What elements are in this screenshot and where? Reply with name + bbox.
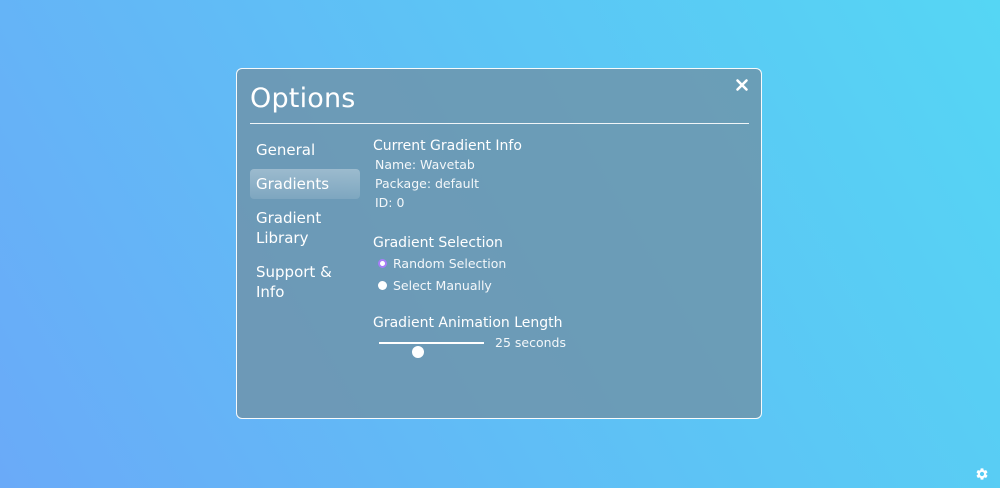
current-gradient-info-section: Current Gradient Info Name: Wavetab Pack… — [373, 137, 743, 212]
dialog-title: Options — [250, 83, 356, 114]
slider-value: 25 seconds — [495, 335, 566, 350]
gradient-id: ID: 0 — [375, 195, 405, 210]
gradient-package: Package: default — [375, 176, 479, 191]
current-gradient-info-heading: Current Gradient Info — [373, 138, 522, 154]
options-dialog: Options General Gradients Gradient Libra… — [236, 68, 762, 419]
slider-thumb[interactable] — [411, 346, 424, 358]
gradient-selection-section: Gradient Selection Random Selection Sele… — [373, 234, 743, 296]
gradients-panel: Current Gradient Info Name: Wavetab Pack… — [373, 137, 743, 358]
slider-track[interactable] — [379, 342, 484, 358]
animation-length-section: Gradient Animation Length 25 seconds — [373, 314, 743, 358]
radio-button[interactable] — [378, 280, 387, 290]
gradient-name: Name: Wavetab — [375, 157, 475, 172]
gear-icon[interactable] — [975, 466, 989, 480]
animation-length-slider[interactable]: 25 seconds — [373, 332, 743, 358]
radio-select-manually[interactable]: Select Manually — [378, 274, 743, 296]
sidebar-item-gradients[interactable]: Gradients — [250, 169, 360, 199]
animation-length-heading: Gradient Animation Length — [373, 315, 563, 331]
close-icon[interactable] — [733, 76, 751, 94]
title-divider — [250, 123, 749, 124]
radio-button-checked[interactable] — [378, 258, 387, 268]
sidebar-item-general[interactable]: General — [250, 135, 360, 165]
sidebar-item-gradient-library[interactable]: Gradient Library — [250, 203, 360, 253]
sidebar-item-support-info[interactable]: Support & Info — [250, 257, 360, 307]
radio-label: Select Manually — [393, 277, 492, 293]
gradient-selection-heading: Gradient Selection — [373, 235, 503, 251]
options-sidebar: General Gradients Gradient Library Suppo… — [250, 135, 360, 311]
radio-label: Random Selection — [393, 255, 507, 271]
radio-random-selection[interactable]: Random Selection — [378, 252, 743, 274]
